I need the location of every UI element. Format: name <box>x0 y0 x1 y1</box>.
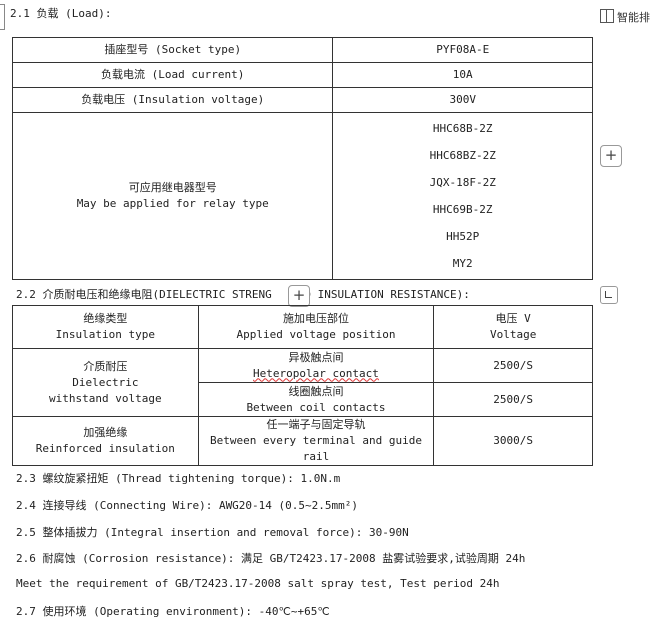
header-cn: 绝缘类型 <box>83 312 128 325</box>
operating-env-line: 2.7 使用环境 (Operating environment): -40℃~+… <box>16 605 330 618</box>
relay-type-item: MY2 <box>452 257 473 270</box>
table-header-row: 绝缘类型 Insulation type 施加电压部位 Applied volt… <box>12 305 593 349</box>
heteropolar-cn: 异极触点间 <box>288 350 344 364</box>
relay-type-list: HHC68B-2Z HHC68BZ-2Z JQX-18F-2Z HHC69B-2… <box>332 112 593 280</box>
header-applied-position: 施加电压部位 Applied voltage position <box>197 305 435 349</box>
section-2-2-heading-start: 2.2 介质耐电压和绝缘电阻(DIELECTRIC STRENG <box>16 288 272 301</box>
heteropolar-voltage: 2500/S <box>433 348 593 383</box>
thread-torque-line: 2.3 螺纹旋紧扭矩 (Thread tightening torque): 1… <box>16 472 341 485</box>
load-current-label: 负载电流 (Load current) <box>11 62 334 88</box>
socket-type-label: 插座型号 (Socket type) <box>11 37 334 63</box>
insertion-force-line: 2.5 整体插拔力 (Integral insertion and remova… <box>16 526 409 539</box>
heteropolar-cell: 异极触点间 Heteropolar contact <box>197 348 435 383</box>
load-current-value: 10A <box>332 62 593 88</box>
insert-column-button[interactable]: + <box>288 285 310 307</box>
header-en: Voltage <box>489 328 537 341</box>
relay-type-label: 可应用继电器型号 May be applied for relay type <box>11 112 334 280</box>
relay-type-item: HHC69B-2Z <box>432 203 493 216</box>
header-voltage: 电压 V Voltage <box>433 305 593 349</box>
smart-layout-label: 智能排 <box>617 11 650 24</box>
load-voltage-value: 300V <box>332 87 593 113</box>
reinforced-cell: 加强绝缘 Reinforced insulation <box>12 416 199 466</box>
coil-en: Between coil contacts <box>246 400 386 414</box>
expand-icon <box>605 291 612 298</box>
dielectric-table: 绝缘类型 Insulation type 施加电压部位 Applied volt… <box>12 305 593 466</box>
terminal-voltage: 3000/S <box>433 416 593 466</box>
socket-type-value: PYF08A-E <box>332 37 593 63</box>
relay-type-item: HH52P <box>446 230 480 243</box>
section-2-1-heading: 2.1 负载 (Load): <box>10 7 112 20</box>
terminal-en: Between every terminal and guide rail <box>210 434 422 463</box>
block-bracket <box>0 4 5 30</box>
header-en: Applied voltage position <box>236 328 396 341</box>
smart-layout-button[interactable]: 智能排 <box>600 9 650 25</box>
dielectric-cell: 介质耐压 Dielectric withstand voltage <box>12 348 199 417</box>
header-insulation-type: 绝缘类型 Insulation type <box>12 305 199 349</box>
relay-type-item: JQX-18F-2Z <box>429 176 496 189</box>
header-en: Insulation type <box>55 328 156 341</box>
table-row: 负载电流 (Load current) 10A <box>11 62 593 88</box>
corrosion-en-line: Meet the requirement of GB/T2423.17-2008… <box>16 577 500 590</box>
layout-icon <box>600 9 614 23</box>
table-row: 插座型号 (Socket type) PYF08A-E <box>11 37 593 63</box>
reinforced-cn: 加强绝缘 <box>83 426 128 439</box>
connecting-wire-line: 2.4 连接导线 (Connecting Wire): AWG20-14 (0.… <box>16 499 359 512</box>
relay-type-label-en: May be applied for relay type <box>76 197 269 210</box>
plus-icon: + <box>292 286 306 304</box>
add-row-button[interactable]: + <box>600 145 622 167</box>
expand-button[interactable] <box>600 286 618 304</box>
relay-type-item: HHC68B-2Z <box>432 122 493 135</box>
corrosion-line: 2.6 耐腐蚀 (Corrosion resistance): 满足 GB/T2… <box>16 552 526 565</box>
dielectric-cn: 介质耐压 <box>83 359 128 373</box>
coil-cell: 线圈触点间 Between coil contacts <box>197 382 435 417</box>
table-row: 负载电压 (Insulation voltage) 300V <box>11 87 593 113</box>
relay-type-label-cn: 可应用继电器型号 <box>128 181 217 194</box>
coil-cn: 线圈触点间 <box>288 384 344 398</box>
load-voltage-label: 负载电压 (Insulation voltage) <box>11 87 334 113</box>
table-row: 可应用继电器型号 May be applied for relay type H… <box>11 112 593 280</box>
coil-voltage: 2500/S <box>433 382 593 417</box>
table-row: 加强绝缘 Reinforced insulation 任一端子与固定导轨 Bet… <box>12 416 593 466</box>
load-table: 插座型号 (Socket type) PYF08A-E 负载电流 (Load c… <box>11 37 593 280</box>
dielectric-en: withstand voltage <box>49 391 162 405</box>
header-cn: 电压 V <box>495 312 531 325</box>
heteropolar-en: Heteropolar contact <box>253 366 379 380</box>
table-row: 介质耐压 Dielectric withstand voltage 异极触点间 … <box>12 348 593 417</box>
terminal-cell: 任一端子与固定导轨 Between every terminal and gui… <box>197 416 435 466</box>
section-2-2-heading-end: ND INSULATION RESISTANCE): <box>297 288 470 301</box>
reinforced-en: Reinforced insulation <box>35 442 175 455</box>
section-2-2-heading: 2.2 介质耐电压和绝缘电阻(DIELECTRIC STRENG ND INSUL… <box>16 286 470 302</box>
relay-type-item: HHC68BZ-2Z <box>429 149 496 162</box>
header-cn: 施加电压部位 <box>282 312 349 325</box>
terminal-cn: 任一端子与固定导轨 <box>266 418 366 431</box>
plus-icon: + <box>604 146 618 164</box>
dielectric-en: Dielectric <box>72 375 139 389</box>
